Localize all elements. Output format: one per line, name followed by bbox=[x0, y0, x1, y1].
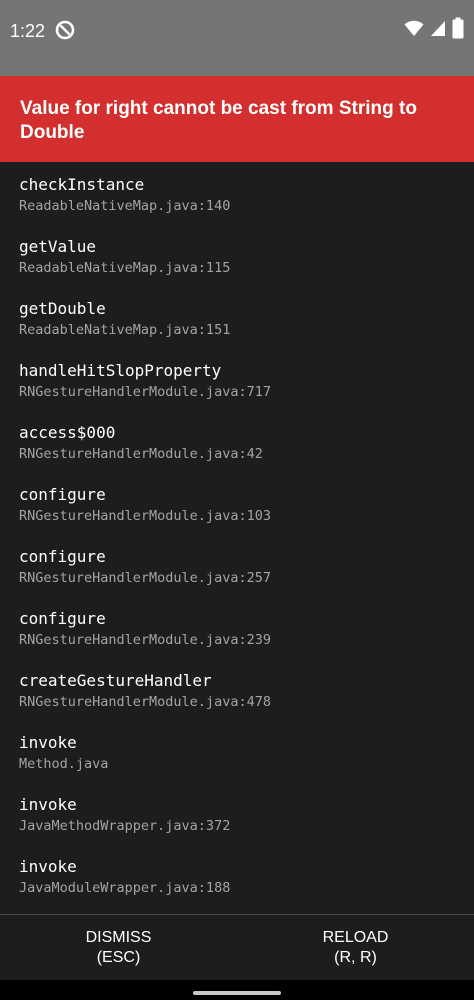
frame-method: createGestureHandler bbox=[19, 671, 212, 690]
reload-button[interactable]: RELOAD (R, R) bbox=[237, 915, 474, 981]
frame-file: ReadableNativeMap.java:140 bbox=[19, 198, 231, 214]
stack-frame[interactable]: configure RNGestureHandlerModule.java:10… bbox=[19, 484, 459, 525]
error-header: Value for right cannot be cast from Stri… bbox=[0, 76, 474, 162]
frame-file: JavaMethodWrapper.java:372 bbox=[19, 818, 231, 834]
frame-method: invoke bbox=[19, 795, 77, 814]
stack-frame[interactable]: invoke JavaMethodWrapper.java:372 bbox=[19, 794, 459, 835]
stack-frame[interactable]: configure RNGestureHandlerModule.java:23… bbox=[19, 608, 459, 649]
frame-file: RNGestureHandlerModule.java:717 bbox=[19, 384, 271, 400]
button-bar: DISMISS (ESC) RELOAD (R, R) bbox=[0, 914, 474, 981]
frame-file: RNGestureHandlerModule.java:478 bbox=[19, 694, 271, 710]
stack-frame[interactable]: getValue ReadableNativeMap.java:115 bbox=[19, 236, 459, 277]
stack-frame[interactable]: createGestureHandler RNGestureHandlerMod… bbox=[19, 670, 459, 711]
stack-frame[interactable]: configure RNGestureHandlerModule.java:25… bbox=[19, 546, 459, 587]
frame-file: RNGestureHandlerModule.java:103 bbox=[19, 508, 271, 524]
battery-icon bbox=[452, 17, 464, 44]
stack-frame[interactable]: getDouble ReadableNativeMap.java:151 bbox=[19, 298, 459, 339]
frame-file: ReadableNativeMap.java:151 bbox=[19, 322, 231, 338]
status-icons bbox=[404, 17, 464, 44]
frame-method: checkInstance bbox=[19, 175, 145, 194]
reload-label: RELOAD bbox=[322, 929, 389, 946]
dnd-icon bbox=[54, 19, 76, 41]
stack-trace[interactable]: checkInstance ReadableNativeMap.java:140… bbox=[0, 162, 474, 914]
error-message: Value for right cannot be cast from Stri… bbox=[20, 98, 417, 143]
dismiss-shortcut: (ESC) bbox=[96, 949, 141, 966]
stack-frame[interactable]: invoke JavaModuleWrapper.java:188 bbox=[19, 856, 459, 897]
navigation-bar bbox=[0, 980, 474, 1000]
dismiss-button[interactable]: DISMISS (ESC) bbox=[0, 915, 237, 981]
stack-frame[interactable]: access$000 RNGestureHandlerModule.java:4… bbox=[19, 422, 459, 463]
frame-method: invoke bbox=[19, 733, 77, 752]
wifi-icon bbox=[404, 19, 424, 42]
frame-method: getValue bbox=[19, 237, 97, 256]
reload-shortcut: (R, R) bbox=[334, 949, 377, 966]
frame-method: configure bbox=[19, 485, 106, 504]
cellular-icon bbox=[430, 19, 446, 42]
frame-method: invoke bbox=[19, 857, 77, 876]
home-gesture-handle[interactable] bbox=[193, 991, 281, 995]
dismiss-label: DISMISS bbox=[85, 929, 152, 946]
frame-file: JavaModuleWrapper.java:188 bbox=[19, 880, 231, 896]
frame-file: RNGestureHandlerModule.java:42 bbox=[19, 446, 263, 462]
frame-method: configure bbox=[19, 609, 106, 628]
frame-file: RNGestureHandlerModule.java:257 bbox=[19, 570, 271, 586]
frame-method: getDouble bbox=[19, 299, 106, 318]
status-time: 1:22 bbox=[10, 21, 46, 41]
frame-file: Method.java bbox=[19, 756, 109, 772]
frame-file: ReadableNativeMap.java:115 bbox=[19, 260, 231, 276]
stack-frame[interactable]: invoke Method.java bbox=[19, 732, 459, 773]
frame-method: access$000 bbox=[19, 423, 116, 442]
frame-file: RNGestureHandlerModule.java:239 bbox=[19, 632, 271, 648]
stack-frame[interactable]: checkInstance ReadableNativeMap.java:140 bbox=[19, 174, 459, 215]
frame-method: handleHitSlopProperty bbox=[19, 361, 222, 380]
stack-frame[interactable]: handleHitSlopProperty RNGestureHandlerMo… bbox=[19, 360, 459, 401]
status-bar: 1:22 bbox=[0, 0, 474, 76]
frame-method: configure bbox=[19, 547, 106, 566]
